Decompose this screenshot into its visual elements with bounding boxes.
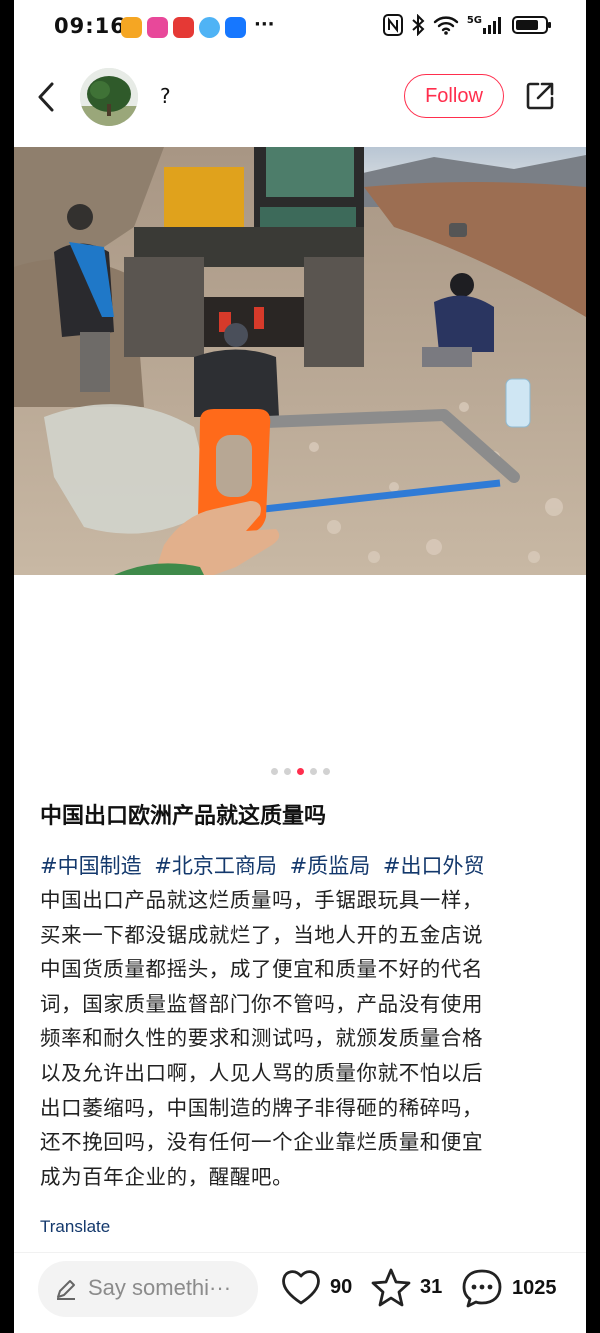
- pencil-icon: [57, 1280, 75, 1300]
- body-line: 成为百年企业的，醒醒吧。: [40, 1164, 294, 1189]
- share-icon[interactable]: [524, 80, 556, 112]
- more-notifications: ···: [254, 14, 275, 35]
- favorite-button[interactable]: 31: [370, 1267, 442, 1307]
- carousel-dot[interactable]: [270, 768, 278, 775]
- author-name[interactable]: ?: [160, 84, 171, 108]
- notification-icons: ···: [121, 14, 275, 38]
- comment-bubble-icon: [462, 1269, 502, 1308]
- carousel-indicator[interactable]: [14, 768, 586, 775]
- wifi-icon: [433, 16, 459, 35]
- carousel-dot[interactable]: [283, 768, 291, 775]
- comment-placeholder: Say somethi···: [88, 1275, 232, 1300]
- hashtag-link[interactable]: #质监局: [290, 854, 371, 878]
- post-photo[interactable]: [14, 147, 586, 575]
- bottom-action-bar: Say somethi··· 90 31 1025: [14, 1252, 586, 1333]
- body-line: 还不挽回吗，没有任何一个企业靠烂质量和便宜: [40, 1130, 484, 1155]
- comment-count: 1025: [512, 1276, 557, 1299]
- app-notification-icon: [173, 17, 194, 38]
- hashtag-link[interactable]: #北京工商局: [154, 854, 277, 878]
- status-time: 09:16: [54, 14, 126, 38]
- signal-icon: [483, 17, 501, 34]
- post-body: 中国出口产品就这烂质量吗，手锯跟玩具一样， 买来一下都没锯成就烂了，当地人开的五…: [40, 883, 570, 1194]
- author-avatar[interactable]: [80, 68, 138, 126]
- follow-button[interactable]: Follow: [404, 74, 504, 118]
- back-icon[interactable]: [34, 80, 58, 114]
- comment-input[interactable]: Say somethi···: [38, 1261, 258, 1317]
- like-count: 90: [330, 1275, 353, 1298]
- body-line: 出口萎缩吗，中国制造的牌子非得砸的稀碎吗，: [40, 1095, 484, 1120]
- comment-button[interactable]: 1025: [460, 1267, 557, 1309]
- network-type-badge: 5G: [466, 14, 482, 26]
- body-line: 以及允许出口啊，人见人骂的质量你就不怕以后: [40, 1060, 484, 1085]
- body-line: 中国出口产品就这烂质量吗，手锯跟玩具一样，: [40, 888, 484, 912]
- hashtag-list: #中国制造 #北京工商局 #质监局 #出口外贸: [40, 850, 580, 882]
- bluetooth-icon: [412, 14, 425, 36]
- heart-icon: [282, 1270, 320, 1305]
- app-notification-icon: [199, 17, 220, 38]
- status-bar: 09:16 ··· 5G: [14, 0, 586, 56]
- app-notification-icon: [147, 17, 168, 38]
- app-screen: 09:16 ··· 5G ? Follow 中国出口欧洲产品就这质量吗 #中国制…: [14, 0, 586, 1333]
- body-line: 买来一下都没锯成就烂了，当地人开的五金店说: [40, 922, 484, 947]
- favorite-count: 31: [420, 1275, 443, 1298]
- body-line: 频率和耐久性的要求和测试吗，就颁发质量合格: [40, 1026, 484, 1051]
- carousel-dot[interactable]: [322, 768, 330, 775]
- app-notification-icon: [225, 17, 246, 38]
- battery-icon: [512, 16, 551, 34]
- body-line: 中国货质量都摇头，成了便宜和质量不好的代名: [40, 957, 484, 982]
- app-notification-icon: [121, 17, 142, 38]
- like-button[interactable]: 90: [280, 1267, 352, 1307]
- body-line: 词，国家质量监督部门你不管吗，产品没有使用: [40, 991, 484, 1016]
- translate-link[interactable]: Translate: [40, 1217, 110, 1237]
- hashtag-link[interactable]: #中国制造: [40, 854, 142, 878]
- nfc-icon: [382, 14, 403, 36]
- hashtag-link[interactable]: #出口外贸: [383, 854, 485, 878]
- carousel-dot[interactable]: [309, 768, 317, 775]
- post-header: ? Follow: [14, 60, 586, 136]
- star-icon: [371, 1268, 411, 1307]
- post-title: 中国出口欧洲产品就这质量吗: [40, 804, 327, 829]
- carousel-dot-active[interactable]: [296, 768, 304, 775]
- system-icons: 5G: [382, 14, 551, 36]
